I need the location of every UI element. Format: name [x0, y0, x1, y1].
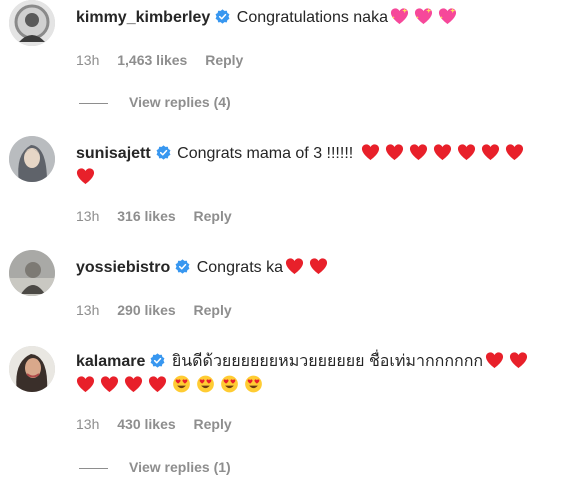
- red-heart-icon: [485, 351, 504, 369]
- comment-likes[interactable]: 1,463 likes: [117, 52, 187, 68]
- red-heart-icon: [433, 143, 452, 161]
- comment-username[interactable]: kalamare: [76, 353, 145, 370]
- replies-divider: [79, 467, 108, 469]
- heart-eyes-icon: [220, 375, 239, 393]
- reply-button[interactable]: Reply: [194, 416, 232, 432]
- comment-likes[interactable]: 430 likes: [117, 416, 175, 432]
- red-heart-icon: [509, 351, 528, 369]
- reply-button[interactable]: Reply: [194, 302, 232, 318]
- red-heart-icon: [457, 143, 476, 161]
- red-heart-icon: [385, 143, 404, 161]
- red-heart-icon: [309, 257, 328, 275]
- replies-divider: [79, 102, 108, 104]
- red-heart-icon: [148, 375, 167, 393]
- comment-timestamp: 13h: [76, 52, 100, 68]
- comment-timestamp: 13h: [76, 302, 100, 318]
- heart-eyes-icon: [244, 375, 263, 393]
- comment-timestamp: 13h: [76, 416, 100, 432]
- red-heart-icon: [76, 375, 95, 393]
- comment-text: ยินดีด้วยยยยยยหมวยยยยยย ชื่อเท่มากกกกกก: [171, 353, 484, 370]
- red-heart-icon: [100, 375, 119, 393]
- red-heart-icon: [481, 143, 500, 161]
- sparkling-heart-icon: [414, 7, 433, 25]
- avatar[interactable]: [9, 0, 55, 46]
- view-replies-label: View replies (1): [129, 459, 231, 475]
- heart-eyes-icon: [172, 375, 191, 393]
- comment-likes[interactable]: 316 likes: [117, 208, 175, 224]
- reply-button[interactable]: Reply: [205, 52, 243, 68]
- comment-likes[interactable]: 290 likes: [117, 302, 175, 318]
- red-heart-icon: [361, 143, 380, 161]
- view-replies-button[interactable]: View replies (1): [79, 457, 231, 477]
- heart-eyes-icon: [196, 375, 215, 393]
- comment-text: Congrats mama of 3 !!!!!!: [177, 145, 354, 162]
- verified-badge-icon: [175, 259, 190, 274]
- view-replies-label: View replies (4): [129, 94, 231, 110]
- avatar[interactable]: [9, 136, 55, 182]
- comment-text: Congrats ka: [196, 259, 283, 276]
- red-heart-icon: [285, 257, 304, 275]
- comment-timestamp: 13h: [76, 208, 100, 224]
- red-heart-icon: [124, 375, 143, 393]
- reply-button[interactable]: Reply: [194, 208, 232, 224]
- avatar[interactable]: [9, 250, 55, 296]
- avatar[interactable]: [9, 346, 55, 392]
- sparkling-heart-icon: [438, 7, 457, 25]
- verified-badge-icon: [150, 353, 165, 368]
- verified-badge-icon: [156, 145, 171, 160]
- red-heart-icon: [505, 143, 524, 161]
- comment-text: Congratulations naka: [236, 9, 388, 26]
- red-heart-icon: [76, 167, 95, 185]
- view-replies-button[interactable]: View replies (4): [79, 92, 231, 112]
- red-heart-icon: [409, 143, 428, 161]
- comment-username[interactable]: yossiebistro: [76, 259, 170, 276]
- comment-username[interactable]: sunisajett: [76, 145, 151, 162]
- verified-badge-icon: [215, 9, 230, 24]
- sparkling-heart-icon: [390, 7, 409, 25]
- comment-username[interactable]: kimmy_kimberley: [76, 9, 210, 26]
